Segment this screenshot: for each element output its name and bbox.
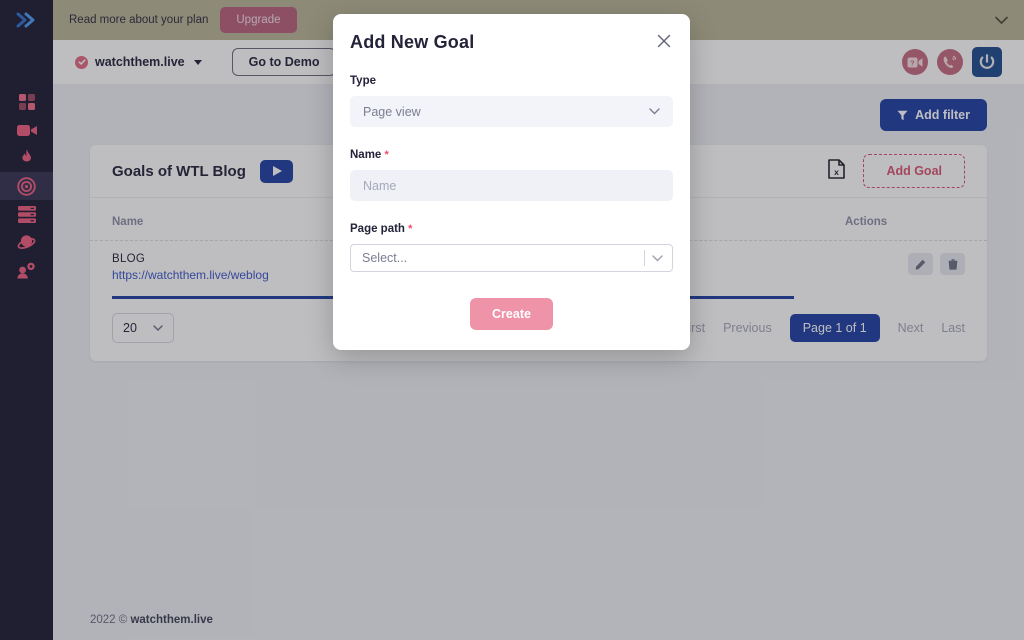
modal-title: Add New Goal (350, 32, 475, 52)
close-icon[interactable] (655, 32, 673, 50)
type-select-value: Page view (363, 104, 421, 119)
page-path-label: Page path * (350, 223, 673, 235)
name-required-mark: * (384, 149, 389, 161)
app-root: Read more about your plan Upgrade watcht… (0, 0, 1024, 640)
page-path-label-text: Page path (350, 223, 405, 235)
page-path-select-value: Select... (362, 251, 408, 265)
field-type: Type Page view (350, 75, 673, 127)
name-label: Name * (350, 149, 673, 161)
name-label-text: Name (350, 149, 382, 161)
chevron-down-icon (649, 108, 660, 115)
field-page-path: Page path * Select... (350, 223, 673, 272)
add-new-goal-modal: Add New Goal Type Page view Name * Name … (333, 14, 690, 350)
type-label: Type (350, 75, 376, 87)
type-select[interactable]: Page view (350, 96, 673, 127)
modal-header: Add New Goal (350, 32, 673, 53)
page-path-required-mark: * (408, 223, 413, 235)
field-name: Name * (350, 149, 673, 201)
chevron-down-icon (645, 254, 670, 262)
create-button[interactable]: Create (470, 298, 553, 330)
page-path-select[interactable]: Select... (350, 244, 673, 272)
name-input[interactable] (350, 170, 673, 201)
modal-footer: Create (350, 298, 673, 330)
